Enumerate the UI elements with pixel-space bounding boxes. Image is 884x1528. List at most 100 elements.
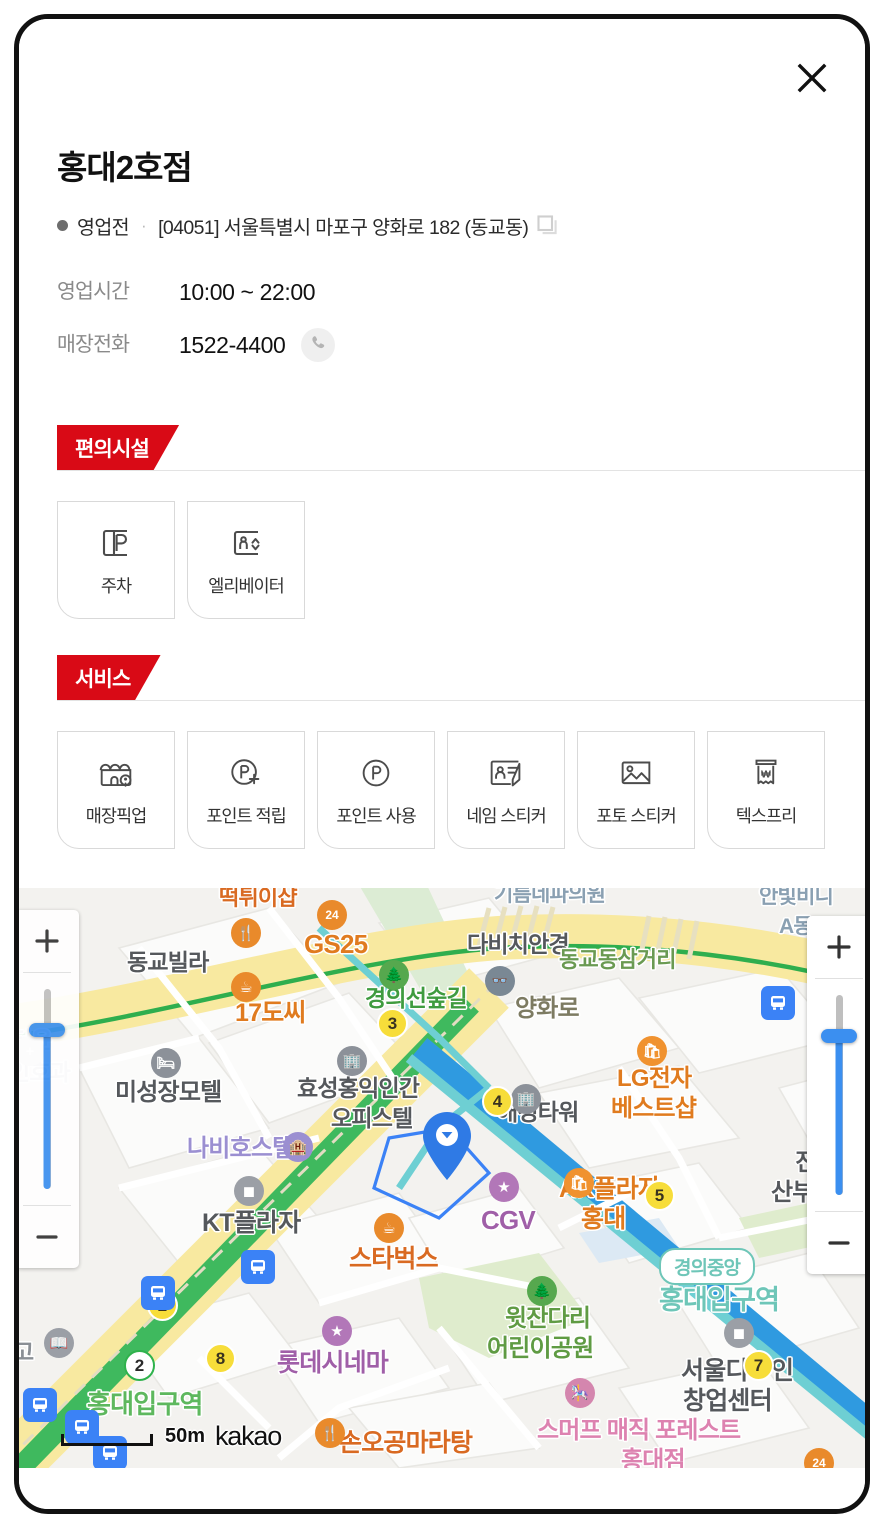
subway-exit-5: 5 bbox=[644, 1180, 675, 1211]
point-earn-icon bbox=[225, 752, 267, 794]
zoom-in-button[interactable] bbox=[19, 910, 79, 972]
call-button[interactable] bbox=[301, 328, 336, 362]
poi-bookstore: 📖 bbox=[44, 1328, 74, 1358]
services-card-strip[interactable]: 매장픽업 포인트 적립 포인트 사용 네임 스티커 포토 스티커 ₩ 텍스프리 bbox=[19, 731, 865, 849]
facility-card-parking[interactable]: 주차 bbox=[57, 501, 175, 619]
poi-restaurant-2: 🍴 bbox=[315, 1418, 345, 1448]
poi-building-2: 🏢 bbox=[511, 1084, 541, 1114]
service-label: 텍스프리 bbox=[735, 806, 797, 826]
business-hours-row: 영업시간 10:00 ~ 22:00 bbox=[57, 281, 335, 304]
service-card-tax-free[interactable]: ₩ 텍스프리 bbox=[707, 731, 825, 849]
kakao-map-logo: kakao bbox=[215, 1421, 282, 1451]
poi-playground-smurf: 🎠 bbox=[565, 1378, 595, 1408]
bus-stop bbox=[141, 1276, 175, 1310]
service-card-store-pickup[interactable]: 매장픽업 bbox=[57, 731, 175, 849]
copy-icon[interactable] bbox=[537, 214, 559, 237]
map-zoom-control-left[interactable] bbox=[19, 910, 79, 1268]
service-label: 매장픽업 bbox=[85, 806, 147, 826]
name-sticker-icon bbox=[484, 752, 528, 794]
map-region[interactable]: 떡튀이샵 GS25 동교빌라 기름네파의원 안빛비니 A동 다비치안경 경의선숲길 동교동삼거리… bbox=[19, 888, 865, 1468]
zoom-slider-track[interactable] bbox=[807, 979, 865, 1211]
poi-shopping-lg: 🛍 bbox=[637, 1036, 667, 1066]
facilities-card-strip[interactable]: 주차 엘리베이터 bbox=[19, 501, 865, 619]
transit-line-badge: 경의중앙 bbox=[659, 1248, 755, 1285]
poi-hostel: 🏨 bbox=[283, 1132, 313, 1162]
subway-exit-3: 3 bbox=[377, 1008, 408, 1039]
scale-bar-label: 50m bbox=[165, 1425, 206, 1447]
services-section-title: 서비스 bbox=[57, 655, 161, 701]
text-separator: · bbox=[141, 215, 147, 235]
service-card-photo-sticker[interactable]: 포토 스티커 bbox=[577, 731, 695, 849]
parking-icon bbox=[96, 522, 136, 564]
zoom-slider-fill bbox=[835, 1037, 843, 1195]
zoom-in-button[interactable] bbox=[807, 916, 865, 978]
poi-hotel: 🛏 bbox=[151, 1048, 181, 1078]
poi-park-tree-2: 🌲 bbox=[527, 1276, 557, 1306]
scale-bar-line bbox=[61, 1434, 153, 1446]
service-card-point-earn[interactable]: 포인트 적립 bbox=[187, 731, 305, 849]
store-phone-row: 매장전화 1522-4400 bbox=[57, 328, 336, 362]
status-badge: 영업전 bbox=[77, 217, 130, 239]
poi-glasses: 👓 bbox=[485, 966, 515, 996]
poi-building: 🏢 bbox=[337, 1046, 367, 1076]
subway-exit-7: 7 bbox=[743, 1350, 774, 1381]
poi-cafe: ☕ bbox=[231, 972, 261, 1002]
facilities-section-title: 편의시설 bbox=[57, 425, 179, 471]
bus-stop bbox=[761, 986, 795, 1020]
poi-cinema-cgv: ★ bbox=[489, 1172, 519, 1202]
close-icon bbox=[790, 56, 834, 100]
tax-free-icon: ₩ bbox=[747, 752, 785, 794]
poi-landmark-seoul: ◼ bbox=[724, 1318, 754, 1348]
photo-sticker-icon bbox=[615, 752, 657, 794]
store-pickup-icon bbox=[95, 752, 137, 794]
status-address-line: 영업전 · [04051] 서울특별시 마포구 양화로 182 (동교동) bbox=[57, 211, 559, 240]
facility-label: 엘리베이터 bbox=[208, 576, 284, 596]
map-scale-bar: 50m bbox=[61, 1426, 205, 1446]
zoom-slider-fill bbox=[43, 1031, 51, 1189]
poi-shopping-ak: 🛍 bbox=[564, 1168, 594, 1198]
business-hours-label: 영업시간 bbox=[57, 280, 130, 304]
service-label: 네임 스티커 bbox=[466, 806, 546, 826]
poi-landmark-kt: ◼ bbox=[234, 1176, 264, 1206]
facilities-section: 편의시설 주차 엘리베이터 bbox=[19, 425, 865, 619]
service-label: 포인트 사용 bbox=[336, 806, 416, 826]
section-divider bbox=[57, 470, 865, 471]
zoom-out-button[interactable] bbox=[807, 1212, 865, 1274]
poi-cafe-starbucks: ☕ bbox=[374, 1213, 404, 1243]
store-detail-sheet: 홍대2호점 영업전 · [04051] 서울특별시 마포구 양화로 182 (동… bbox=[19, 19, 865, 1509]
subway-exit-8: 8 bbox=[205, 1343, 236, 1374]
zoom-slider-thumb[interactable] bbox=[29, 1023, 65, 1037]
zoom-out-button[interactable] bbox=[19, 1206, 79, 1268]
zoom-slider-track[interactable] bbox=[19, 973, 79, 1205]
facility-card-elevator[interactable]: 엘리베이터 bbox=[187, 501, 305, 619]
phone-icon bbox=[309, 334, 328, 356]
service-card-name-sticker[interactable]: 네임 스티커 bbox=[447, 731, 565, 849]
facilities-section-head: 편의시설 bbox=[19, 425, 865, 471]
store-phone-value: 1522-4400 bbox=[179, 331, 286, 358]
services-section-head: 서비스 bbox=[19, 655, 865, 701]
map-zoom-control-right[interactable] bbox=[807, 916, 865, 1274]
poi-cinema-lotte: ★ bbox=[322, 1316, 352, 1346]
section-divider bbox=[57, 700, 865, 701]
service-card-point-use[interactable]: 포인트 사용 bbox=[317, 731, 435, 849]
svg-text:₩: ₩ bbox=[761, 769, 771, 780]
point-use-icon bbox=[355, 752, 397, 794]
service-label: 포인트 적립 bbox=[206, 806, 286, 826]
subway-line-2: 2 bbox=[124, 1350, 155, 1381]
facility-label: 주차 bbox=[100, 576, 132, 596]
store-info-table: 영업시간 10:00 ~ 22:00 매장전화 1522-4400 bbox=[57, 281, 336, 386]
business-hours-value: 10:00 ~ 22:00 bbox=[179, 279, 316, 305]
service-label: 포토 스티커 bbox=[596, 806, 676, 826]
store-address: [04051] 서울특별시 마포구 양화로 182 (동교동) bbox=[158, 217, 529, 239]
bus-stop bbox=[23, 1388, 57, 1422]
page-title: 홍대2호점 bbox=[57, 149, 193, 186]
poi-restaurant: 🍴 bbox=[231, 918, 261, 948]
store-phone-label: 매장전화 bbox=[57, 332, 130, 356]
bus-stop bbox=[241, 1250, 275, 1284]
close-button[interactable] bbox=[785, 51, 839, 105]
subway-exit-4: 4 bbox=[482, 1086, 513, 1117]
zoom-slider-thumb[interactable] bbox=[821, 1029, 857, 1043]
store-location-pin[interactable] bbox=[419, 1110, 475, 1187]
poi-park-tree: 🌲 bbox=[379, 960, 409, 990]
device-frame: 홍대2호점 영업전 · [04051] 서울특별시 마포구 양화로 182 (동… bbox=[14, 14, 870, 1514]
